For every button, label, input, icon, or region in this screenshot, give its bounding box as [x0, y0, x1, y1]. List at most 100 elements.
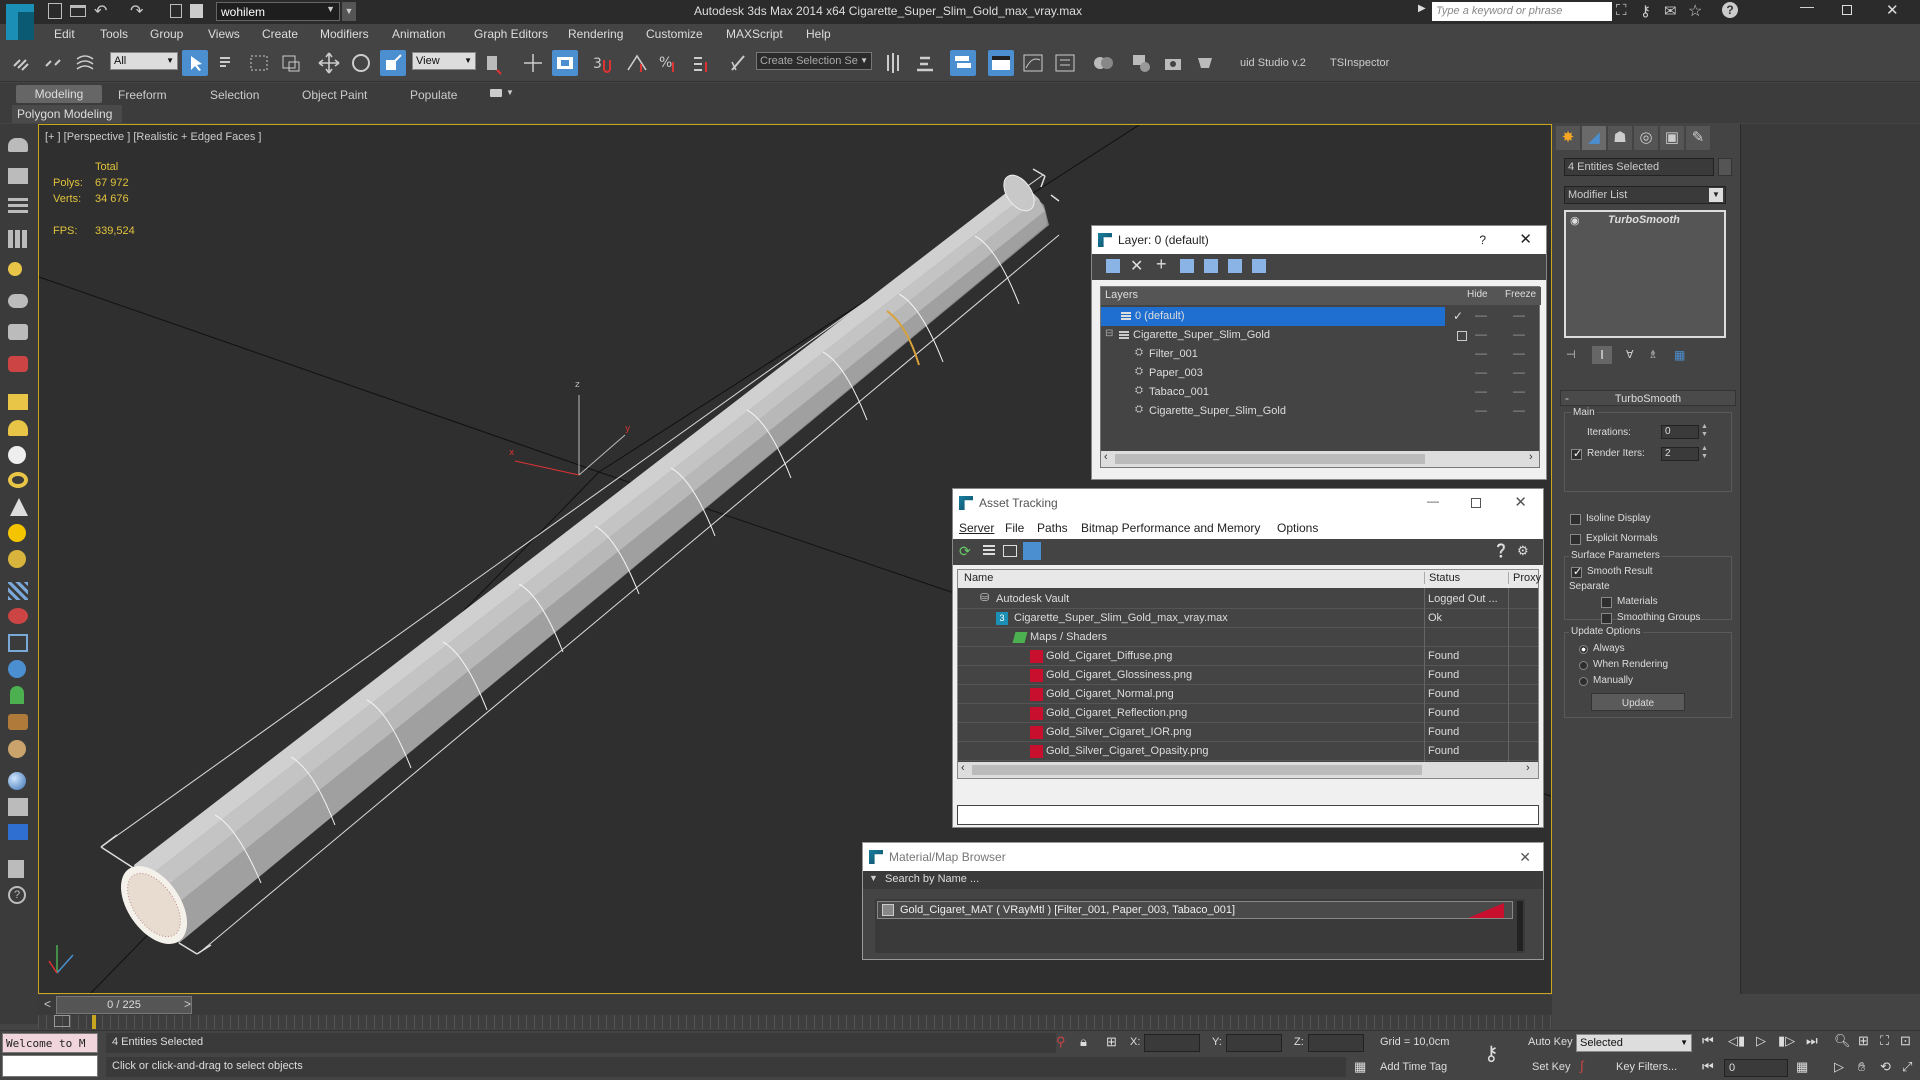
unlink-icon[interactable]: [40, 50, 66, 76]
tab-modeling[interactable]: Modeling: [16, 85, 102, 103]
viewport-label[interactable]: [+ ] [Perspective ] [Realistic + Edged F…: [45, 131, 261, 143]
shell-icon[interactable]: [8, 740, 26, 758]
hierarchy-tab-icon[interactable]: ☗: [1608, 126, 1632, 150]
maximize-icon[interactable]: [1471, 498, 1481, 508]
motion-tab-icon[interactable]: ◎: [1634, 126, 1658, 150]
next-frame-icon[interactable]: ▮▷: [1778, 1033, 1795, 1049]
menu-graph-editors[interactable]: Graph Editors: [474, 27, 548, 41]
move-icon[interactable]: [316, 50, 342, 76]
list-panel-icon[interactable]: [8, 198, 28, 216]
hide-toggle[interactable]: —: [1475, 403, 1487, 417]
app-logo-icon[interactable]: [4, 2, 36, 42]
delete-layer-icon[interactable]: ✕: [1130, 256, 1143, 276]
asset-row-opasity[interactable]: Gold_Silver_Cigaret_Opasity.png Found: [958, 742, 1538, 761]
asset-row-vault[interactable]: ⛁ Autodesk Vault Logged Out ...: [958, 590, 1538, 609]
material-item[interactable]: Gold_Cigaret_MAT ( VRayMtl ) [Filter_001…: [877, 901, 1513, 919]
workspace-expand[interactable]: ▼: [342, 2, 356, 21]
zoom-icon[interactable]: 🔍︎: [1834, 1033, 1851, 1049]
modifier-stack[interactable]: ◉ TurboSmooth: [1564, 210, 1726, 338]
chevron-down-icon[interactable]: ▼: [506, 88, 514, 97]
prev-frame-icon[interactable]: ◁▮: [1728, 1033, 1745, 1049]
globe-icon[interactable]: [8, 660, 26, 678]
vault-settings-icon[interactable]: ⚙: [1517, 543, 1529, 559]
scale-icon[interactable]: [380, 50, 406, 76]
render-icon[interactable]: [8, 824, 28, 840]
menu-rendering[interactable]: Rendering: [568, 27, 623, 41]
teapot-icon[interactable]: [8, 294, 28, 308]
render-iters-checkbox[interactable]: [1571, 449, 1582, 460]
hide-column-header[interactable]: Hide: [1467, 289, 1488, 300]
angle-snap-icon[interactable]: [624, 50, 650, 76]
tab-freeform[interactable]: Freeform: [118, 88, 167, 102]
hide-all-layers-icon[interactable]: [1228, 259, 1242, 273]
help-icon[interactable]: ?: [1722, 2, 1738, 18]
time-slider-next-icon[interactable]: >: [184, 997, 191, 1011]
image-viewer-icon[interactable]: [8, 168, 28, 184]
script-icon[interactable]: [8, 798, 28, 816]
layer-row-filter[interactable]: ⛭ Filter_001 — —: [1101, 345, 1541, 364]
time-configuration-icon[interactable]: ▦: [1796, 1059, 1808, 1075]
zoom-all-icon[interactable]: ⊞: [1858, 1033, 1869, 1049]
z-coordinate-field[interactable]: [1308, 1034, 1364, 1052]
make-unique-icon[interactable]: ∀: [1626, 348, 1634, 361]
current-layer-box[interactable]: [1457, 331, 1467, 341]
scroll-left-icon[interactable]: ‹: [961, 762, 965, 774]
material-browser-titlebar[interactable]: Material/Map Browser ✕: [863, 843, 1543, 871]
set-key-icon[interactable]: ⚷: [1484, 1041, 1499, 1066]
cloth-icon[interactable]: [8, 608, 28, 624]
viewport-navigation-icon[interactable]: [8, 138, 28, 152]
layer-row-cigarette[interactable]: ⊟ Cigarette_Super_Slim_Gold — —: [1101, 326, 1541, 345]
search-expand-icon[interactable]: ▶: [1418, 3, 1430, 21]
key-icon[interactable]: ⚷: [1640, 2, 1651, 20]
menu-views[interactable]: Views: [208, 27, 240, 41]
update-manually-radio[interactable]: [1579, 677, 1588, 686]
table-view-icon[interactable]: [1023, 542, 1041, 560]
maxscript-listener[interactable]: Welcome to M: [2, 1033, 98, 1053]
schematic-view-icon[interactable]: [1052, 50, 1078, 76]
redo-icon[interactable]: ↷: [130, 1, 143, 21]
file-icon[interactable]: [8, 860, 24, 878]
tsinspector-button[interactable]: TSInspector: [1330, 57, 1389, 69]
key-tangent-icon[interactable]: ∫: [1580, 1058, 1584, 1073]
absolute-mode-icon[interactable]: ⊞: [1106, 1034, 1117, 1050]
browser-options-icon[interactable]: ▼: [869, 873, 878, 883]
menu-maxscript[interactable]: MAXScript: [726, 27, 783, 41]
grid-panel-icon[interactable]: [8, 230, 28, 248]
time-slider[interactable]: < 0 / 225 >: [38, 995, 1552, 1015]
curve-editor-icon[interactable]: [1020, 50, 1046, 76]
spinner-snap-icon[interactable]: [688, 50, 714, 76]
particle-icon[interactable]: [8, 582, 28, 600]
link-icon[interactable]: [8, 50, 34, 76]
rectangular-selection-icon[interactable]: [246, 50, 272, 76]
material-editor-icon[interactable]: [1090, 50, 1116, 76]
asset-path-field[interactable]: [957, 805, 1539, 825]
remove-modifier-icon[interactable]: ♗: [1648, 348, 1658, 361]
maxscript-listener-output[interactable]: [2, 1055, 98, 1077]
time-tag-icon[interactable]: ▦: [1354, 1059, 1366, 1075]
freeze-toggle[interactable]: —: [1513, 365, 1525, 379]
cone-icon[interactable]: [10, 498, 28, 516]
infocenter-search-input[interactable]: Type a keyword or phrase: [1432, 2, 1612, 21]
close-icon[interactable]: ✕: [1519, 843, 1531, 871]
lightbulb-icon[interactable]: ◉: [1570, 214, 1580, 227]
menu-file[interactable]: File: [1005, 521, 1024, 535]
mirror-icon[interactable]: [880, 50, 906, 76]
scroll-right-icon[interactable]: ›: [1526, 762, 1530, 774]
plant-icon[interactable]: [10, 686, 24, 704]
open-icon[interactable]: [70, 5, 86, 17]
light-icon[interactable]: [8, 262, 22, 276]
explicit-normals-checkbox[interactable]: [1570, 534, 1581, 545]
freeze-column-header[interactable]: Freeze: [1505, 289, 1536, 300]
restore-icon[interactable]: [1842, 5, 1852, 15]
window-crossing-icon[interactable]: [278, 50, 304, 76]
hair-icon[interactable]: [8, 714, 28, 730]
asset-row-diffuse[interactable]: Gold_Cigaret_Diffuse.png Found: [958, 647, 1538, 666]
layer-dialog-titlebar[interactable]: Layer: 0 (default) ? ✕: [1092, 226, 1546, 254]
field-of-view-icon[interactable]: ▷: [1834, 1059, 1844, 1075]
y-coordinate-field[interactable]: [1226, 1034, 1282, 1052]
add-to-layer-icon[interactable]: +: [1156, 254, 1167, 275]
current-frame-field[interactable]: 0: [1724, 1059, 1788, 1077]
highlight-layer-icon[interactable]: [1204, 259, 1218, 273]
reference-coordinate-dropdown[interactable]: View ▼: [412, 52, 476, 70]
show-end-result-icon[interactable]: Ⅰ: [1592, 346, 1612, 364]
